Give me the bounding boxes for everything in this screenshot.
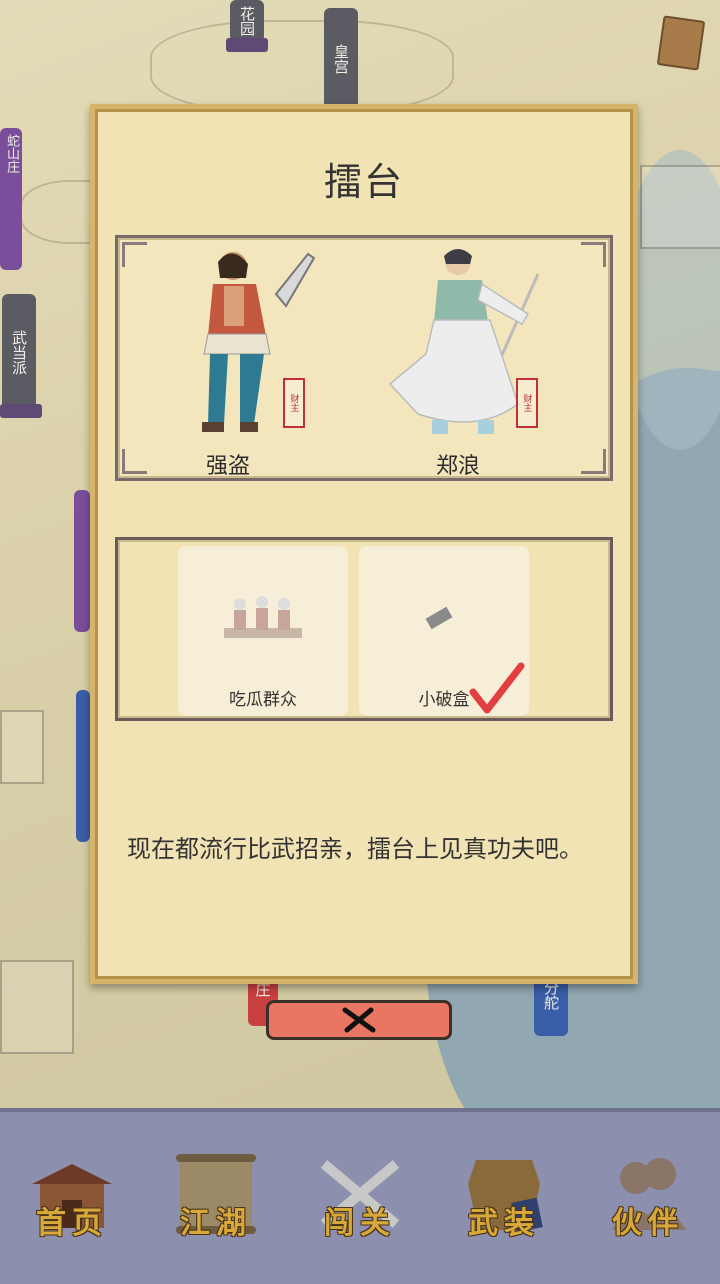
- location-label: 蛇山庄: [4, 134, 19, 173]
- map-road: [150, 20, 454, 114]
- spectators-item-icon: [224, 596, 302, 638]
- location-label: 皇宫: [332, 44, 350, 74]
- fighters-panel: 财主 强盗 财主 郑浪: [115, 235, 613, 481]
- dialog-description: 现在都流行比武招亲，擂台上见真功夫吧。: [127, 835, 583, 863]
- bottom-nav-bar: 首页 江湖 闯关 武装 伙伴: [0, 1108, 720, 1284]
- nav-jianghu[interactable]: 江湖: [151, 1128, 281, 1268]
- corner-ornament: [581, 449, 606, 474]
- nav-home[interactable]: 首页: [7, 1128, 137, 1268]
- map-building: [0, 710, 44, 784]
- location-banner-palace[interactable]: 皇宫: [324, 8, 358, 110]
- location-banner-wudang[interactable]: 武当派: [2, 294, 36, 416]
- red-seal-stamp: 财主: [283, 378, 305, 428]
- item-card-spectators[interactable]: 吃瓜群众: [178, 546, 348, 716]
- location-label: 分舵: [542, 980, 560, 1010]
- location-label: 武当派: [10, 330, 28, 375]
- selected-check-icon: [469, 662, 525, 714]
- arena-dialog: 擂台 财主 强盗 财主 郑浪 吃瓜群众 小破盒 现在都流行比武招亲，擂台上见真功…: [90, 104, 638, 984]
- journal-book-icon[interactable]: [656, 15, 706, 71]
- dialog-title: 擂台: [323, 160, 404, 204]
- map-building: [0, 960, 74, 1054]
- location-banner[interactable]: [74, 490, 90, 632]
- nav-label: 首页: [36, 1206, 108, 1241]
- building-roof-icon: [0, 404, 42, 418]
- item-card-small-box[interactable]: 小破盒: [359, 546, 529, 716]
- item-selection-panel: 吃瓜群众 小破盒: [115, 537, 613, 721]
- swordsman-fighter-portrait: [388, 249, 540, 434]
- location-banner[interactable]: [76, 690, 90, 842]
- nav-label: 江湖: [180, 1206, 252, 1241]
- map-building: [640, 165, 720, 249]
- nav-label: 闯关: [324, 1206, 396, 1241]
- corner-ornament: [122, 242, 147, 267]
- nav-challenge[interactable]: 闯关: [295, 1128, 425, 1268]
- location-label: 花园: [238, 6, 256, 36]
- close-dialog-button[interactable]: [266, 1000, 452, 1040]
- close-x-icon: [342, 1007, 376, 1033]
- corner-ornament: [122, 449, 147, 474]
- bandit-fighter-portrait: [202, 252, 316, 432]
- item-label: 吃瓜群众: [229, 690, 297, 710]
- nav-companions[interactable]: 伙伴: [583, 1128, 713, 1268]
- building-roof-icon: [226, 38, 268, 52]
- nav-equipment[interactable]: 武装: [439, 1128, 569, 1268]
- nav-label: 伙伴: [612, 1206, 684, 1241]
- small-box-item-icon: [425, 606, 453, 630]
- red-seal-stamp: 财主: [516, 378, 538, 428]
- location-banner-garden[interactable]: 花园: [230, 0, 264, 42]
- nav-label: 武装: [468, 1206, 540, 1241]
- location-banner-snake[interactable]: 蛇山庄: [0, 128, 22, 270]
- fighter-name-left: 强盗: [205, 454, 250, 479]
- corner-ornament: [581, 242, 606, 267]
- fighter-name-right: 郑浪: [435, 454, 480, 479]
